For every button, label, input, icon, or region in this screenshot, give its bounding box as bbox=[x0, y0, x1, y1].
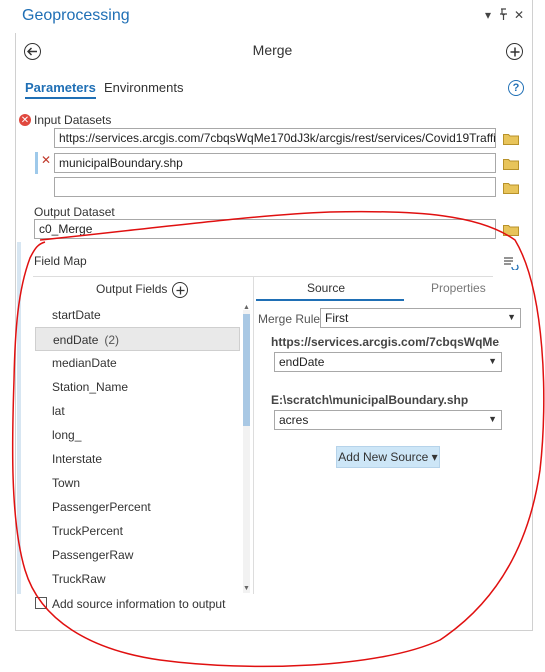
red-annotation-circle bbox=[11, 210, 545, 668]
